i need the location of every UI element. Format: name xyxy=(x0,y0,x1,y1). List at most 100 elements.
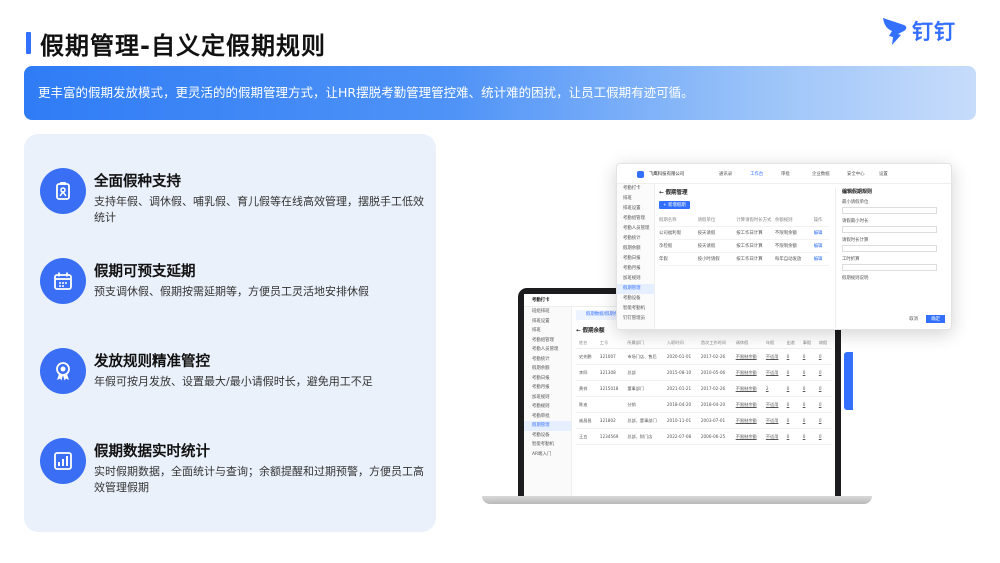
sidebar-item[interactable]: 智能考勤机 xyxy=(524,440,571,450)
cell: 史先鹏 xyxy=(576,348,597,365)
cell-link[interactable]: 0 xyxy=(799,396,816,413)
cell: 按工作日计算 xyxy=(736,231,763,236)
hours-conversion-input[interactable] xyxy=(842,264,937,271)
sidebar-item[interactable]: 考勤打卡 xyxy=(617,184,654,194)
edit-link[interactable]: 编辑 xyxy=(814,227,829,239)
cell: 2021-01-21 xyxy=(663,380,698,397)
cell-link[interactable]: 不适用 xyxy=(762,428,784,445)
sidebar-item[interactable]: 考勤月报 xyxy=(524,383,571,393)
cell-link[interactable]: 0 xyxy=(783,412,800,429)
cell-link[interactable]: 0 xyxy=(783,396,800,413)
tab-settings[interactable]: 设置 xyxy=(879,171,888,177)
cell: 黄祥 xyxy=(576,380,597,397)
cell-link[interactable]: 0 xyxy=(815,348,832,365)
tab-approval[interactable]: 审批 xyxy=(781,171,790,177)
cell: 321007 xyxy=(596,348,625,365)
sidebar-item[interactable]: 考勤日报 xyxy=(524,374,571,384)
cell-link[interactable]: 不限制余额 xyxy=(732,364,763,381)
sidebar-item[interactable]: 加班规则 xyxy=(524,393,571,403)
cell-link[interactable]: 不限制余额 xyxy=(732,428,763,445)
tab-contacts[interactable]: 通讯录 xyxy=(719,171,732,177)
cell-link[interactable]: 不限制余额 xyxy=(732,412,763,429)
cell: 按小时请假 xyxy=(697,257,720,262)
tab-workbench[interactable]: 工作台 xyxy=(750,171,763,177)
sidebar-item[interactable]: 加班规则 xyxy=(617,274,654,284)
sidebar-item-active[interactable]: 假期管理 xyxy=(524,421,571,431)
cell: 2020-01-01 xyxy=(663,348,698,365)
col-header: 请假单位 xyxy=(697,218,716,223)
sidebar-item[interactable]: AR端入门 xyxy=(524,450,571,460)
cell-link[interactable]: 0 xyxy=(783,348,800,365)
cell-link[interactable]: 0 xyxy=(799,348,816,365)
sidebar-item[interactable]: 考勤组管理 xyxy=(524,336,571,346)
cell-link[interactable]: 0 xyxy=(815,428,832,445)
cell-link[interactable]: 不限制余额 xyxy=(732,380,763,397)
ok-button[interactable]: 确定 xyxy=(926,315,945,323)
cell-link[interactable]: 0 xyxy=(815,396,832,413)
cell: 孕检假 xyxy=(659,244,673,249)
cell-link[interactable]: 不适用 xyxy=(762,412,784,429)
tab-enterprise-data[interactable]: 企业数据 xyxy=(812,171,830,177)
cell-link[interactable]: 0 xyxy=(815,380,832,397)
col-header: 计算请假时长方式 xyxy=(736,218,772,223)
sidebar-item[interactable]: 考勤设备 xyxy=(617,294,654,304)
edit-link[interactable]: 编辑 xyxy=(814,253,829,265)
sidebar-item[interactable]: 排班设置 xyxy=(524,317,571,327)
sidebar-item[interactable]: 考勤月报 xyxy=(617,264,654,274)
cell: 按天请假 xyxy=(697,244,716,249)
sidebar-item[interactable]: 考勤组管理 xyxy=(617,214,654,224)
section-title[interactable]: ← 假期管理 xyxy=(659,188,829,196)
sidebar-item[interactable]: 考勤规则 xyxy=(524,402,571,412)
cell-link[interactable]: 0 xyxy=(815,412,832,429)
add-leave-button[interactable]: + 新增假期 xyxy=(659,201,690,209)
sidebar-item[interactable]: 假期余额 xyxy=(617,244,654,254)
min-duration-input[interactable] xyxy=(842,226,937,233)
sidebar-item[interactable]: 考勤人员管理 xyxy=(524,345,571,355)
sidebar-item[interactable]: 班组排班 xyxy=(524,307,571,317)
cell-link[interactable]: 2 xyxy=(762,380,784,397)
cancel-button[interactable]: 取消 xyxy=(904,315,923,323)
sidebar-item-active[interactable]: 假期管理 xyxy=(617,284,654,294)
sidebar-item[interactable]: 智能考勤机 xyxy=(617,304,654,314)
col-header: 工号 xyxy=(596,338,625,349)
table-header-row: 姓名 工号 所属部门 入职时间 首次工作时间 调休假 年假 出差 事假 病假 xyxy=(576,338,832,349)
sidebar-item[interactable]: 考勤统计 xyxy=(617,234,654,244)
cell-link[interactable]: 0 xyxy=(783,380,800,397)
company-name: 飞鹰科技有限公司 xyxy=(649,172,685,177)
cell-link[interactable]: 0 xyxy=(799,364,816,381)
sidebar-item[interactable]: 考勤日报 xyxy=(617,254,654,264)
duration-calc-select[interactable] xyxy=(842,245,937,252)
field-label: 请假时长计算 xyxy=(842,238,869,243)
cell-link[interactable]: 0 xyxy=(799,412,816,429)
sidebar-item[interactable]: 考勤人员管理 xyxy=(617,224,654,234)
cell-link[interactable]: 不限制余额 xyxy=(732,348,763,365)
sidebar-item[interactable]: 排班 xyxy=(524,326,571,336)
table-row: 戚昌昌 321802 总部、董事部门 2010-11-01 2003-07-01… xyxy=(576,412,832,429)
sidebar-item[interactable]: 假期余额 xyxy=(524,364,571,374)
cell-link[interactable]: 0 xyxy=(815,364,832,381)
sidebar-item[interactable]: 排班 xyxy=(617,194,654,204)
cell-link[interactable]: 0 xyxy=(783,428,800,445)
sidebar-item[interactable]: 考勤统计 xyxy=(524,355,571,365)
col-header: 操作 xyxy=(813,218,823,223)
sidebar-item[interactable]: 排班设置 xyxy=(617,204,654,214)
cell: 2018-04-20 xyxy=(663,396,698,413)
floating-side-tab[interactable] xyxy=(844,352,853,410)
sidebar-item[interactable]: 钉钉管理员 xyxy=(617,314,654,324)
cell-link[interactable]: 不适用 xyxy=(762,348,784,365)
field-label: 请假最小时长 xyxy=(842,219,869,224)
sidebar-item[interactable]: 考勤审批 xyxy=(524,412,571,422)
cell-link[interactable]: 0 xyxy=(783,364,800,381)
tab-security[interactable]: 安全中心 xyxy=(847,171,865,177)
unit-select[interactable] xyxy=(842,207,937,214)
cell-link[interactable]: 不适用 xyxy=(762,396,784,413)
edit-link[interactable]: 编辑 xyxy=(814,240,829,252)
cell-link[interactable]: 0 xyxy=(799,428,816,445)
leave-balance-table: 姓名 工号 所属部门 入职时间 首次工作时间 调休假 年假 出差 事假 病假 史… xyxy=(576,338,832,445)
cell-link[interactable]: 不适用 xyxy=(762,364,784,381)
cell-link[interactable]: 0 xyxy=(799,380,816,397)
cell-link[interactable]: 不限制余额 xyxy=(732,396,763,413)
table-row: 陈迪 分销 2018-04-20 2018-04-20 不限制余额 不适用 0 … xyxy=(576,396,832,413)
sidebar-item[interactable]: 考勤设备 xyxy=(524,431,571,441)
table-header-row: 假期名称 请假单位 计算请假时长方式 余额规则 操作 xyxy=(659,214,829,227)
